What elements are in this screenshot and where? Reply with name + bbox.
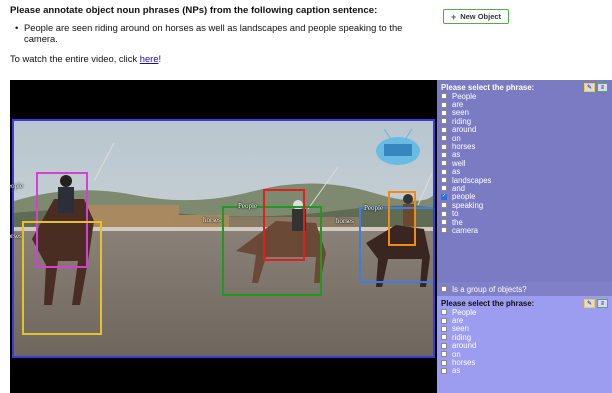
caption-list: People are seen riding around on horses … xyxy=(15,22,434,44)
phrase-checkbox[interactable] xyxy=(441,93,447,100)
label-left-people: People xyxy=(10,182,24,190)
phrase-checkbox[interactable] xyxy=(441,317,447,324)
phrase-checkbox[interactable] xyxy=(441,101,447,108)
list-icon[interactable]: ≡ xyxy=(597,299,608,308)
phrase-checkbox[interactable] xyxy=(441,325,447,332)
phrase-checkbox[interactable] xyxy=(441,160,447,167)
phrase-checkbox[interactable] xyxy=(441,210,447,217)
phrase-checkbox[interactable] xyxy=(441,126,447,133)
caption-sentence: People are seen riding around on horses … xyxy=(15,22,434,44)
phrase-checkbox[interactable] xyxy=(441,168,447,175)
phrase-checkbox[interactable] xyxy=(441,185,447,192)
watch-video-link[interactable]: here xyxy=(140,53,159,64)
label-mid-horses: horses xyxy=(203,216,221,224)
phrase-checkbox[interactable] xyxy=(441,219,447,226)
group-checkbox[interactable] xyxy=(441,286,447,292)
instruction-heading: Please annotate object noun phrases (NPs… xyxy=(10,5,378,16)
bbox-right-person[interactable] xyxy=(388,191,416,246)
phrase-option[interactable]: horses xyxy=(437,358,612,367)
panel1-options: People are seen riding around on horses as well a… xyxy=(437,92,612,235)
phrase-option[interactable]: horses xyxy=(437,142,612,151)
phrase-option[interactable]: around xyxy=(437,125,612,134)
watch-text: To watch the entire video, click here! xyxy=(10,53,162,64)
label-right-people: People xyxy=(364,204,384,212)
phrase-checkbox[interactable] xyxy=(441,193,447,200)
pin-icon[interactable]: ✎ xyxy=(584,83,595,92)
phrase-checkbox[interactable] xyxy=(441,342,447,349)
new-object-button[interactable]: + New Object xyxy=(443,9,509,24)
phrase-option[interactable]: well xyxy=(437,159,612,168)
panel2-options: People are seen riding around on horses as xyxy=(437,308,612,375)
phrase-label: as xyxy=(452,366,461,376)
label-left-horses: horses xyxy=(10,232,22,240)
phrase-checkbox[interactable] xyxy=(441,227,447,234)
phrase-checkbox[interactable] xyxy=(441,202,447,209)
label-right-horses: horses xyxy=(336,217,354,225)
pin-icon[interactable]: ✎ xyxy=(584,299,595,308)
bbox-mid-person[interactable] xyxy=(263,189,305,261)
video-player[interactable]: horses People horses People pe People ho… xyxy=(10,80,437,393)
phrase-option[interactable]: around xyxy=(437,341,612,350)
group-row: Is a group of objects? xyxy=(437,282,612,296)
phrase-option[interactable]: camera xyxy=(437,225,612,235)
group-label: Is a group of objects? xyxy=(452,284,527,294)
video-frame: horses People horses People xyxy=(12,119,435,358)
phrase-checkbox[interactable] xyxy=(441,118,447,125)
phrase-checkbox[interactable] xyxy=(441,351,447,358)
phrase-checkbox[interactable] xyxy=(441,151,447,158)
bbox-left-horse[interactable] xyxy=(22,221,102,335)
phrase-checkbox[interactable] xyxy=(441,177,447,184)
label-mid-people: People xyxy=(238,202,258,210)
phrase-checkbox[interactable] xyxy=(441,109,447,116)
phrase-option[interactable]: as xyxy=(437,366,612,376)
list-icon[interactable]: ≡ xyxy=(597,83,608,92)
phrase-option[interactable]: to xyxy=(437,209,612,218)
phrase-checkbox[interactable] xyxy=(441,367,447,374)
plus-icon: + xyxy=(450,11,457,22)
phrase-panel-1: Please select the phrase: ✎ ≡ People are s… xyxy=(437,80,612,282)
phrase-option[interactable]: speaking xyxy=(437,201,612,210)
phrase-checkbox[interactable] xyxy=(441,309,447,316)
phrase-panel-2: Please select the phrase: ✎ ≡ People are s… xyxy=(437,296,612,393)
phrase-checkbox[interactable] xyxy=(441,135,447,142)
phrase-checkbox[interactable] xyxy=(441,334,447,341)
phrase-checkbox[interactable] xyxy=(441,143,447,150)
phrase-checkbox[interactable] xyxy=(441,359,447,366)
phrase-label: camera xyxy=(452,225,478,235)
